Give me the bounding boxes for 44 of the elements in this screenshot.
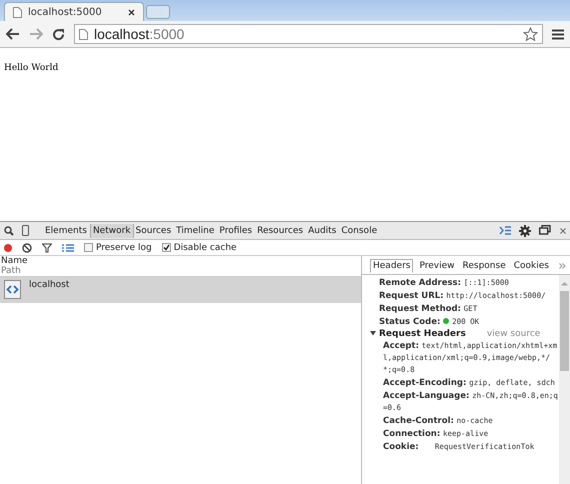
list-view-icon[interactable] [62, 244, 74, 252]
back-icon[interactable] [6, 28, 20, 40]
request-row[interactable]: localhost [0, 277, 361, 303]
checkbox-label: Disable cache [174, 242, 237, 252]
page-icon [79, 28, 88, 40]
record-icon[interactable] [4, 244, 12, 252]
detail-tab[interactable]: Cookies [512, 260, 551, 272]
dock-icon[interactable] [539, 225, 552, 236]
section-title[interactable]: Request Headers [379, 329, 466, 339]
overflow-chevron-icon[interactable] [559, 262, 566, 268]
devtools-tab[interactable]: Sources [134, 224, 174, 238]
address-bar[interactable]: localhost:5000 [74, 24, 543, 44]
devtools-tab[interactable]: Audits [306, 224, 340, 238]
column-subheader: Path [1, 266, 22, 276]
checkbox[interactable] [162, 243, 171, 252]
devtools-tab[interactable]: Profiles [217, 224, 256, 238]
detail-tab[interactable]: Headers [370, 258, 414, 272]
detail-tab[interactable]: Response [460, 260, 508, 272]
clear-icon[interactable] [22, 242, 32, 252]
search-icon[interactable] [4, 226, 14, 236]
menu-icon[interactable] [552, 28, 564, 40]
devtools-tab[interactable]: Timeline [174, 224, 218, 238]
settings-icon[interactable] [519, 224, 531, 236]
devtools-tab[interactable]: Resources [255, 224, 306, 238]
filter-icon[interactable] [42, 242, 52, 252]
star-icon[interactable] [523, 26, 538, 42]
page-text: Hello World [4, 63, 58, 73]
detail-tab[interactable]: Preview [417, 260, 457, 272]
console-drawer-icon[interactable] [499, 226, 511, 235]
column-header[interactable]: Name [1, 256, 360, 266]
page-icon [13, 6, 22, 18]
mobile-device-icon[interactable] [22, 225, 29, 236]
devtools-tab[interactable]: Console [339, 224, 380, 238]
scrollbar[interactable] [559, 275, 570, 484]
browser-tab[interactable]: localhost:5000 [4, 2, 144, 21]
checkbox-label: Preserve log [96, 242, 152, 252]
devtools-tab[interactable]: Network [90, 224, 134, 238]
tab-title: localhost:5000 [28, 6, 102, 18]
view-source-link[interactable]: view source [486, 329, 540, 339]
devtools-tab[interactable]: Elements [43, 224, 90, 238]
reload-icon[interactable] [52, 28, 65, 40]
close-icon[interactable] [128, 8, 135, 16]
checkbox[interactable] [84, 243, 93, 252]
document-icon [4, 280, 21, 299]
